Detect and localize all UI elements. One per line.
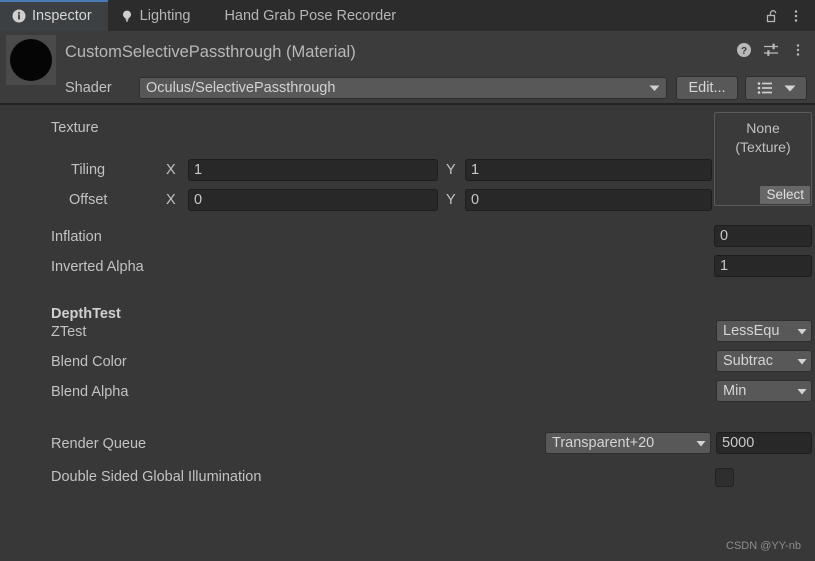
edit-shader-label: Edit... (688, 80, 726, 96)
edit-shader-button[interactable]: Edit... (676, 76, 738, 100)
render-queue-value: 5000 (722, 435, 755, 451)
material-header: CustomSelectivePassthrough (Material) ? (0, 31, 815, 105)
list-icon (757, 81, 773, 95)
header-kebab-menu-icon[interactable] (787, 39, 809, 61)
blend-alpha-value: Min (723, 383, 747, 399)
tab-hand-grab-pose-recorder-label: Hand Grab Pose Recorder (224, 7, 397, 24)
texture-section-label: Texture (51, 120, 99, 136)
ztest-dropdown[interactable]: LessEqu (716, 320, 812, 342)
tab-lighting[interactable]: Lighting (108, 0, 207, 31)
offset-y-input[interactable]: 0 (465, 189, 712, 211)
preset-icon[interactable] (760, 39, 782, 61)
render-queue-input[interactable]: 5000 (716, 432, 812, 454)
watermark: CSDN @YY-nb (726, 540, 801, 552)
shader-label: Shader (65, 80, 112, 96)
render-queue-dropdown-value: Transparent+20 (552, 435, 655, 451)
tab-inspector-label: Inspector (32, 7, 92, 24)
chevron-down-icon (696, 440, 706, 447)
ztest-label: ZTest (51, 324, 87, 340)
tiling-y-value: 1 (471, 162, 480, 178)
tab-hand-grab-pose-recorder[interactable]: Hand Grab Pose Recorder (206, 0, 412, 31)
render-queue-dropdown[interactable]: Transparent+20 (545, 432, 711, 454)
tiling-x-axis-label: X (166, 162, 176, 178)
shader-row: Shader Oculus/SelectivePassthrough Edit.… (0, 75, 815, 101)
tab-bar-actions (761, 0, 815, 31)
lock-open-icon[interactable] (761, 5, 783, 27)
tab-inspector[interactable]: Inspector (0, 0, 108, 31)
header-actions: ? (733, 39, 809, 61)
texture-select-button[interactable]: Select (760, 186, 810, 204)
inflation-label: Inflation (51, 229, 102, 245)
chevron-down-icon (797, 328, 807, 335)
tiling-y-axis-label: Y (446, 162, 456, 178)
offset-y-value: 0 (471, 192, 480, 208)
shader-dropdown[interactable]: Oculus/SelectivePassthrough (139, 77, 667, 99)
blend-color-label: Blend Color (51, 354, 127, 370)
texture-slot-text: None (Texture) (715, 119, 811, 157)
inverted-alpha-value: 1 (720, 258, 729, 274)
tiling-y-input[interactable]: 1 (465, 159, 712, 181)
tab-lighting-label: Lighting (139, 7, 191, 24)
blend-alpha-dropdown[interactable]: Min (716, 380, 812, 402)
chevron-down-icon (797, 358, 807, 365)
offset-y-axis-label: Y (446, 192, 456, 208)
double-sided-gi-checkbox[interactable] (715, 468, 734, 487)
blend-alpha-label: Blend Alpha (51, 384, 129, 400)
chevron-down-icon (784, 84, 796, 92)
render-queue-label: Render Queue (51, 436, 147, 452)
kebab-menu-icon[interactable] (785, 5, 807, 27)
svg-text:?: ? (741, 46, 747, 57)
inflation-value: 0 (720, 228, 729, 244)
tiling-label: Tiling (71, 162, 106, 178)
double-sided-gi-label: Double Sided Global Illumination (51, 469, 262, 485)
help-icon[interactable]: ? (733, 39, 755, 61)
offset-x-input[interactable]: 0 (188, 189, 438, 211)
texture-select-label: Select (766, 187, 804, 202)
shader-dropdown-value: Oculus/SelectivePassthrough (146, 80, 336, 96)
tiling-x-input[interactable]: 1 (188, 159, 438, 181)
page-title: CustomSelectivePassthrough (Material) (65, 43, 356, 61)
inflation-input[interactable]: 0 (714, 225, 812, 247)
chevron-down-icon (797, 388, 807, 395)
offset-label: Offset (69, 192, 108, 208)
tab-bar: Inspector Lighting Hand Grab Pose Record… (0, 0, 815, 31)
material-properties: Texture Tiling X 1 Y 1 Offset X 0 Y 0 No… (0, 107, 815, 561)
shader-variants-button[interactable] (745, 76, 807, 100)
blend-color-dropdown[interactable]: Subtrac (716, 350, 812, 372)
blend-color-value: Subtrac (723, 353, 773, 369)
offset-x-value: 0 (194, 192, 203, 208)
inverted-alpha-label: Inverted Alpha (51, 259, 144, 275)
ztest-value: LessEqu (723, 323, 780, 339)
chevron-down-icon (649, 84, 660, 92)
offset-x-axis-label: X (166, 192, 176, 208)
texture-slot-line1: None (746, 120, 780, 136)
unity-inspector-window: Inspector Lighting Hand Grab Pose Record… (0, 0, 815, 561)
depthtest-section-label: DepthTest (51, 306, 121, 322)
bulb-icon (120, 9, 134, 23)
info-icon (12, 9, 26, 23)
inverted-alpha-input[interactable]: 1 (714, 255, 812, 277)
texture-object-slot[interactable]: None (Texture) Select (714, 112, 812, 206)
texture-slot-line2: (Texture) (735, 139, 791, 155)
tiling-x-value: 1 (194, 162, 203, 178)
